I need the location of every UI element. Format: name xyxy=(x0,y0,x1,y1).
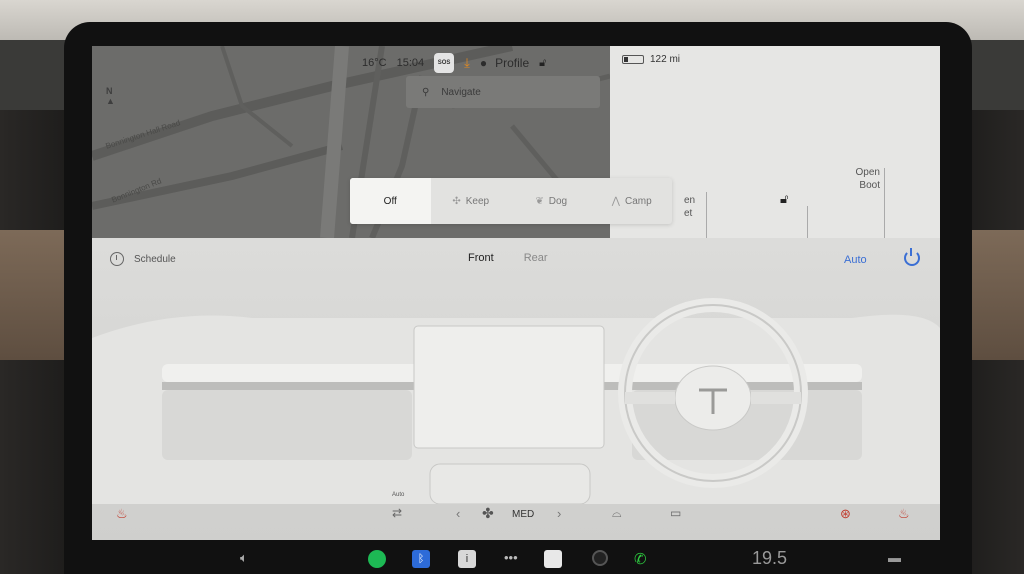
spotify-icon[interactable] xyxy=(368,550,386,568)
cabin-temperature[interactable]: 19.5 xyxy=(752,548,787,569)
battery-indicator: 122 mi xyxy=(622,54,680,65)
wood-trim-left xyxy=(0,230,70,360)
cabin-dashboard-illustration xyxy=(92,298,940,504)
sos-icon[interactable]: SOS xyxy=(434,53,455,73)
fan-icon: ✣ xyxy=(452,195,461,207)
fan-speed-label: MED xyxy=(512,509,535,520)
profile-button[interactable]: ● Profile xyxy=(480,56,529,70)
auto-button[interactable]: Auto xyxy=(844,254,867,266)
outside-temperature: 16°C xyxy=(362,57,387,69)
phone-icon[interactable]: ✆ xyxy=(634,550,647,568)
battery-fill xyxy=(624,57,628,62)
bluetooth-icon[interactable]: ᛒ xyxy=(412,550,430,568)
battery-range: 122 mi xyxy=(650,54,681,65)
profile-label: Profile xyxy=(495,56,530,70)
battery-icon xyxy=(622,55,644,64)
volume-icon[interactable]: 🔈︎ xyxy=(240,550,248,566)
compass-icon[interactable]: N ▲ xyxy=(106,86,115,106)
steering-wheel-heat-icon[interactable]: ⊛ xyxy=(840,506,851,522)
touchscreen: N ▲ Bonnington Hall Road Bonnington Rd 16… xyxy=(92,46,940,540)
camp-icon: ⋀ xyxy=(611,195,620,207)
boot-callout-line xyxy=(884,168,885,238)
app-dock: 🔈︎ ᛒ i ••• ✆ 19.5 ▬ xyxy=(92,546,940,574)
camera-icon[interactable] xyxy=(592,550,608,566)
frunk-callout-line xyxy=(706,192,707,238)
fan-icon[interactable]: ✤ xyxy=(482,505,494,522)
chevron-right-icon[interactable]: › xyxy=(557,506,561,521)
tab-front[interactable]: Front xyxy=(468,252,494,264)
open-boot-button[interactable]: Open Boot xyxy=(820,166,880,192)
lock-icon[interactable]: 🔓︎ xyxy=(539,57,546,70)
unlock-icon[interactable]: 🔓︎ xyxy=(780,191,788,207)
climate-panel: Schedule Front Rear Auto ♨ Auto ⇄ ‹ ✤ ME… xyxy=(92,238,940,540)
status-bar: 16°C 15:04 SOS ⤓ ● Profile 🔓︎ xyxy=(362,52,546,74)
mode-keep[interactable]: ✣ Keep xyxy=(431,178,512,224)
mode-off[interactable]: Off xyxy=(350,178,431,224)
car-icon[interactable]: ▬ xyxy=(888,550,901,565)
clock: 15:04 xyxy=(396,57,425,69)
driver-seat-heat-icon[interactable]: ♨ xyxy=(116,506,128,522)
more-apps-icon[interactable]: ••• xyxy=(504,550,518,565)
climate-mode-selector: Off ✣ Keep ❦ Dog ⋀ Camp xyxy=(350,178,672,224)
dog-icon: ❦ xyxy=(535,195,544,207)
tab-rear[interactable]: Rear xyxy=(524,252,548,264)
calendar-icon[interactable] xyxy=(544,550,562,568)
power-icon[interactable] xyxy=(904,248,920,266)
clock-icon xyxy=(110,252,124,266)
front-defrost-icon[interactable]: ⌓ xyxy=(612,506,622,521)
open-frunk-button[interactable]: en et xyxy=(684,194,695,220)
search-input[interactable]: Navigate xyxy=(441,87,480,98)
passenger-seat-heat-icon[interactable]: ♨ xyxy=(898,506,910,522)
rear-defrost-icon[interactable]: ▭ xyxy=(670,506,681,520)
download-icon[interactable]: ⤓ xyxy=(464,55,470,71)
wood-trim-right xyxy=(964,230,1024,360)
search-icon: ⚲ xyxy=(422,86,430,98)
chevron-left-icon[interactable]: ‹ xyxy=(456,506,460,521)
climate-tabs: Front Rear xyxy=(468,252,548,264)
recirculation-icon[interactable]: ⇄ xyxy=(392,506,402,520)
climate-bottom-controls: ♨ Auto ⇄ ‹ ✤ MED › ⌓ ▭ ⊛ ♨ xyxy=(92,492,940,532)
info-icon[interactable]: i xyxy=(458,550,476,568)
mode-dog[interactable]: ❦ Dog xyxy=(511,178,592,224)
schedule-button[interactable]: Schedule xyxy=(110,252,176,266)
navigate-search[interactable]: ⚲ Navigate xyxy=(406,76,600,108)
recirc-auto-label: Auto xyxy=(392,492,405,498)
person-icon: ● xyxy=(479,56,488,70)
car-callout-line xyxy=(807,206,808,238)
schedule-label: Schedule xyxy=(134,253,176,265)
mode-camp[interactable]: ⋀ Camp xyxy=(592,178,673,224)
